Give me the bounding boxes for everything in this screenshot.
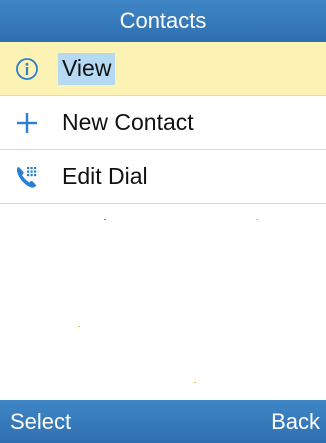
phone-screen: Contacts View New Contact Edit Dial Sele…: [0, 0, 326, 443]
select-softkey[interactable]: Select: [10, 409, 71, 435]
menu-item-new-contact[interactable]: New Contact: [0, 96, 326, 150]
menu-item-edit-dial[interactable]: Edit Dial: [0, 150, 326, 204]
artifact-speck: [78, 326, 80, 327]
menu-item-label: New Contact: [62, 108, 194, 135]
menu-item-view[interactable]: View: [0, 42, 326, 96]
artifact-speck: [104, 219, 106, 220]
plus-icon: [12, 108, 42, 138]
back-softkey[interactable]: Back: [271, 409, 320, 435]
artifact-speck: [194, 382, 196, 383]
page-title: Contacts: [119, 8, 207, 33]
phone-dialpad-icon: [12, 162, 42, 192]
artifact-speck: [256, 219, 258, 220]
title-bar: Contacts: [0, 0, 326, 42]
info-icon: [12, 54, 42, 84]
softkey-bar: Select Back: [0, 400, 326, 443]
menu-item-label: View: [58, 52, 116, 85]
menu-item-label: Edit Dial: [62, 162, 148, 189]
contacts-menu: View New Contact Edit Dial: [0, 42, 326, 204]
